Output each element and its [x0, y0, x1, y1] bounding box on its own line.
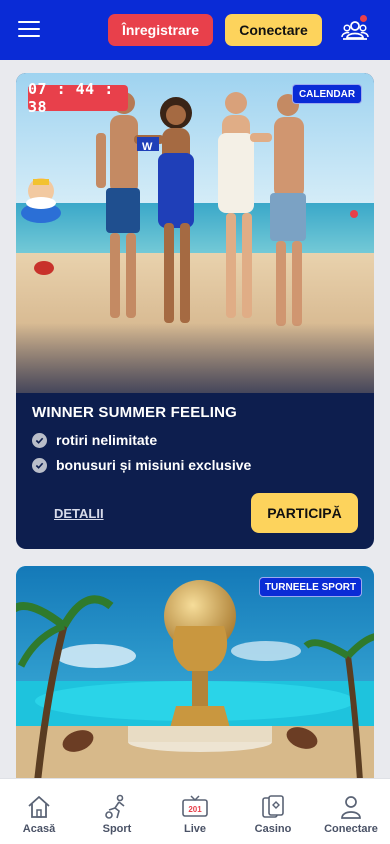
feature-item: bonusuri și misiuni exclusive — [32, 457, 251, 473]
live-count-badge: 201 — [188, 805, 202, 814]
shirt-badge-text: W — [142, 141, 153, 153]
nav-item-sport[interactable]: Sport — [78, 779, 156, 844]
register-button[interactable]: Înregistrare — [108, 14, 213, 46]
promo-card-sport[interactable]: TURNEELE SPORT — [16, 566, 374, 796]
trophy-beach-image — [16, 566, 374, 796]
nav-item-login[interactable]: Conectare — [312, 779, 390, 844]
check-icon — [32, 457, 47, 473]
countdown-timer: 07 : 44 : 38 — [28, 80, 128, 116]
nav-label: Casino — [254, 823, 292, 835]
football-player-icon — [105, 794, 125, 819]
nav-label: Sport — [102, 823, 132, 835]
nav-item-live[interactable]: 201 Live — [156, 779, 234, 844]
nav-label: Conectare — [324, 823, 378, 835]
check-icon — [32, 432, 47, 448]
promo-card-summer[interactable]: W 07 : 44 : 38 CALENDAR WINNER SUMMER FE… — [16, 73, 374, 549]
calendar-tag: CALENDAR — [292, 84, 362, 104]
menu-icon[interactable] — [18, 21, 40, 39]
bottom-navigation: Acasă Sport 201 Live Casino Conectare — [0, 778, 390, 844]
nav-item-home[interactable]: Acasă — [0, 779, 78, 844]
notification-dot — [360, 15, 367, 22]
details-link[interactable]: DETALII — [54, 506, 104, 521]
login-button[interactable]: Conectare — [225, 14, 322, 46]
cards-icon — [262, 795, 284, 818]
home-icon — [28, 796, 50, 818]
top-bar: Înregistrare Conectare — [0, 0, 390, 60]
nav-item-casino[interactable]: Casino — [234, 779, 312, 844]
community-icon[interactable] — [340, 15, 370, 44]
promo-title: WINNER SUMMER FEELING — [32, 404, 238, 421]
user-icon — [341, 796, 361, 819]
nav-label: Live — [183, 823, 206, 835]
feature-label: bonusuri și misiuni exclusive — [56, 457, 252, 473]
feature-item: rotiri nelimitate — [32, 432, 157, 448]
feature-label: rotiri nelimitate — [56, 432, 158, 448]
tv-icon: 201 — [182, 795, 208, 817]
nav-label: Acasă — [22, 823, 56, 835]
sport-tournaments-tag: TURNEELE SPORT — [259, 577, 362, 597]
participate-button[interactable]: PARTICIPĂ — [251, 493, 358, 533]
